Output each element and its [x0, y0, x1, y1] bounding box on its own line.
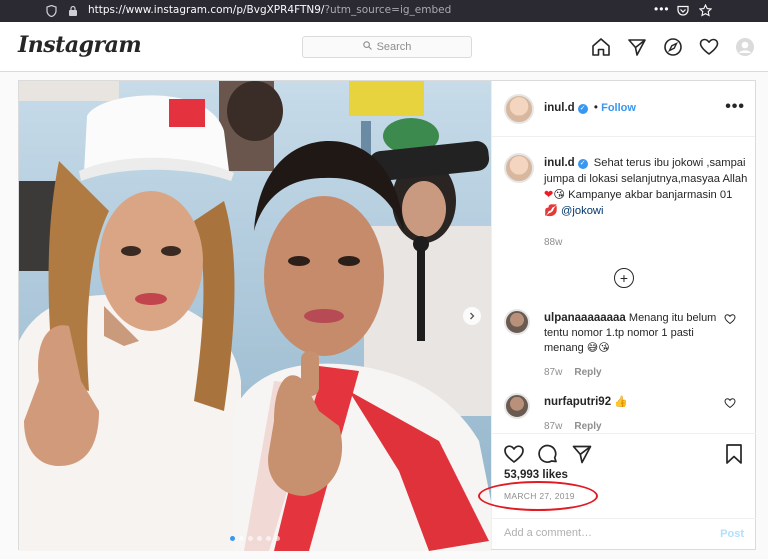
- comment-like-icon[interactable]: [724, 313, 736, 325]
- verified-badge-icon: ✓: [577, 104, 588, 114]
- commenter-avatar[interactable]: [504, 393, 530, 419]
- carousel-dot: [230, 536, 235, 541]
- follow-button[interactable]: Follow: [601, 102, 636, 114]
- add-comment-input[interactable]: [504, 527, 694, 539]
- comments-section: inul.d ✓ Sehat terus ibu jokowi ,sampai j…: [492, 137, 756, 433]
- post-header: inul.d ✓ • Follow •••: [492, 81, 755, 137]
- activity-heart-icon[interactable]: [698, 36, 720, 58]
- commenter-avatar[interactable]: [504, 309, 530, 335]
- lock-icon[interactable]: [66, 4, 80, 18]
- address-field[interactable]: https://www.instagram.com/p/BvgXPR4FTN9/…: [88, 4, 451, 16]
- comment-username[interactable]: nurfaputri92: [544, 396, 611, 408]
- post-side-panel: inul.d ✓ • Follow ••• inul.d ✓ Sehat terus…: [478, 81, 756, 550]
- comment-like-icon[interactable]: [724, 397, 736, 409]
- date-highlight-annotation: [478, 481, 598, 511]
- comment-username[interactable]: ulpanaaaaaaaa: [544, 312, 626, 324]
- carousel-indicator: [19, 536, 491, 541]
- direct-icon[interactable]: [626, 36, 648, 58]
- carousel-dot: [248, 536, 253, 541]
- caption-timestamp[interactable]: 88w: [544, 237, 562, 248]
- likes-count[interactable]: 53,993 likes: [504, 469, 568, 481]
- caption-body-2: Kampanye akbar banjarmasin 01: [568, 189, 733, 201]
- search-placeholder: Search: [376, 41, 412, 53]
- comment-text: nurfaputri92 👍: [544, 395, 722, 410]
- post-comment-button[interactable]: Post: [720, 528, 744, 540]
- comment-body: 👍: [614, 396, 628, 408]
- bookmark-star-icon[interactable]: [698, 3, 712, 17]
- author-avatar[interactable]: [504, 94, 534, 124]
- search-icon: [362, 41, 372, 53]
- reply-button[interactable]: Reply: [574, 421, 601, 432]
- comment-age[interactable]: 87w: [544, 421, 562, 432]
- kiss-lips-emoji-icon: 💋: [544, 205, 558, 217]
- carousel-next-button[interactable]: [463, 307, 481, 325]
- shield-icon[interactable]: [44, 4, 58, 18]
- caption-username[interactable]: inul.d: [544, 157, 575, 169]
- instagram-logo[interactable]: Instagram: [18, 32, 142, 58]
- comment-meta: 87w Reply: [544, 367, 602, 378]
- load-more-comments-button[interactable]: +: [614, 268, 634, 288]
- post-actions: 53,993 likes MARCH 27, 2019 Post: [478, 433, 756, 550]
- author-avatar[interactable]: [504, 153, 534, 183]
- comment-meta: 87w Reply: [544, 421, 602, 432]
- reply-button[interactable]: Reply: [574, 367, 601, 378]
- add-comment-bar: Post: [492, 518, 756, 550]
- page-actions-icon[interactable]: •••: [654, 2, 670, 16]
- caption-text: inul.d ✓ Sehat terus ibu jokowi ,sampai j…: [544, 155, 749, 219]
- comment-age[interactable]: 87w: [544, 367, 562, 378]
- url-query: ?utm_source=ig_embed: [324, 4, 452, 16]
- profile-avatar[interactable]: [734, 36, 756, 58]
- red-heart-emoji-icon: ❤: [544, 189, 554, 201]
- header-nav: [590, 36, 756, 58]
- save-bookmark-icon[interactable]: [722, 442, 746, 466]
- carousel-dot: [275, 536, 280, 541]
- author-line: inul.d ✓ • Follow: [544, 102, 636, 114]
- carousel-dot: [257, 536, 262, 541]
- more-options-icon[interactable]: •••: [725, 98, 745, 116]
- carousel-dot: [239, 536, 244, 541]
- home-icon[interactable]: [590, 36, 612, 58]
- photo-illustration: [19, 81, 491, 551]
- browser-url-bar: https://www.instagram.com/p/BvgXPR4FTN9/…: [0, 0, 768, 22]
- verified-badge-icon: ✓: [577, 159, 588, 169]
- share-icon[interactable]: [570, 442, 594, 466]
- caption-mention[interactable]: @jokowi: [561, 205, 603, 217]
- instagram-header: Instagram Search: [0, 22, 768, 72]
- search-input[interactable]: Search: [302, 36, 472, 58]
- post-card: inul.d ✓ • Follow ••• inul.d ✓ Sehat terus…: [18, 80, 756, 551]
- wink-kiss-emoji-icon: 😘: [553, 189, 566, 201]
- comment-bubble-icon[interactable]: [536, 442, 560, 466]
- comment-text: ulpanaaaaaaaa Menang itu belum tentu nom…: [544, 311, 722, 356]
- like-heart-icon[interactable]: [502, 442, 526, 466]
- explore-icon[interactable]: [662, 36, 684, 58]
- author-username[interactable]: inul.d: [544, 102, 575, 114]
- url-host: https://www.instagram.com: [88, 4, 233, 16]
- carousel-dot: [266, 536, 271, 541]
- url-path: /p/BvgXPR4FTN9/: [232, 4, 325, 16]
- pocket-icon[interactable]: [676, 4, 690, 18]
- post-photo[interactable]: [19, 81, 491, 551]
